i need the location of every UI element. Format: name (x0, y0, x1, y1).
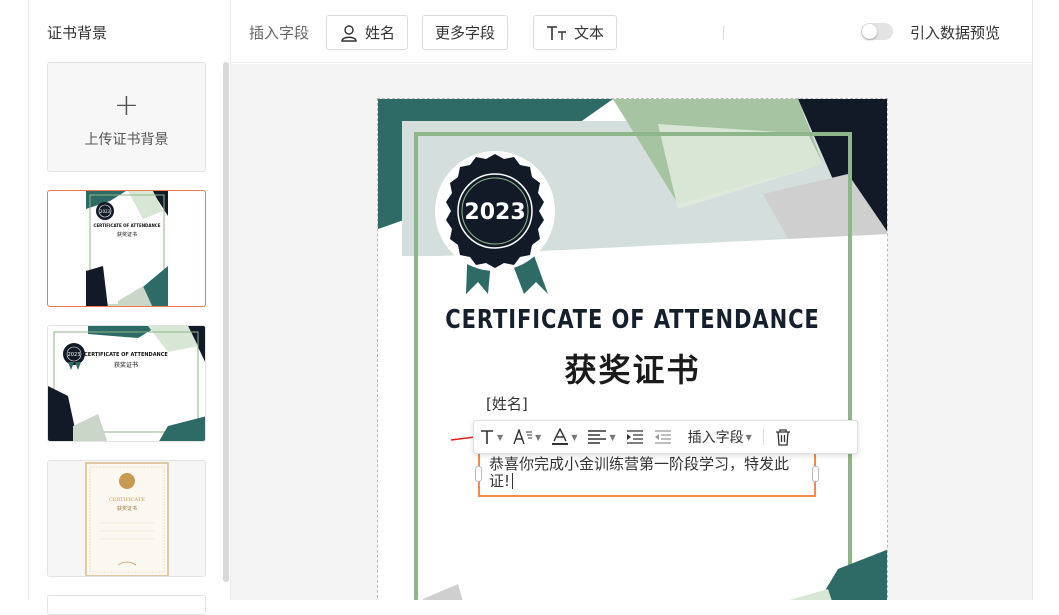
resize-handle-left[interactable] (475, 466, 482, 482)
certificate-canvas[interactable]: 2023 CERTIFICATE OF ATTENDANCE 获奖证书 [姓名]… (377, 98, 888, 600)
font-family-dropdown[interactable]: ▼ (474, 420, 508, 454)
format-divider (762, 429, 764, 445)
caret-down-icon: ▼ (609, 432, 616, 442)
font-color-dropdown[interactable]: ▼ (546, 420, 582, 454)
caret-down-icon: ▼ (571, 432, 578, 442)
selected-text-box[interactable]: 恭喜你完成小金训练营第一阶段学习，特发此证! (475, 452, 819, 497)
badge-year: 2023 (464, 200, 525, 225)
certificate-editor: 证书背景 + 上传证书背景 2023 CERTIFICATE OF ATTEND… (28, 0, 1033, 615)
background-thumb-1[interactable]: 2023 CERTIFICATE OF ATTENDANCE 获奖证书 (47, 190, 206, 307)
plus-icon: + (113, 88, 140, 123)
trash-icon (775, 429, 790, 446)
text-format-toolbar: ▼ ▼ ▼ ▼ 插入字段 ▼ (473, 420, 858, 454)
indent-increase-icon (626, 430, 643, 444)
text-button-label: 文本 (574, 24, 605, 42)
thumb-subtitle: 获奖证书 (117, 505, 137, 512)
body-text: 恭喜你完成小金训练营第一阶段学习，特发此证! (489, 455, 790, 490)
caret-down-icon: ▼ (535, 432, 542, 442)
insert-field-dropdown-label: 插入字段 (687, 430, 744, 446)
thumb-title: CERTIFICATE (109, 497, 145, 503)
more-fields-button[interactable]: 更多字段 (422, 15, 509, 50)
thumb-title: CERTIFICATE OF ATTENDANCE (94, 223, 161, 228)
font-size-dropdown[interactable]: ▼ (508, 420, 546, 454)
text-font-icon (481, 430, 493, 444)
indent-increase-button[interactable] (621, 420, 649, 454)
top-toolbar: 插入字段 姓名 更多字段 文本 引入数据预览 (231, 0, 1032, 63)
name-placeholder-field[interactable]: [姓名] (486, 393, 528, 414)
thumb-title: CERTIFICATE OF ATTENDANCE (84, 352, 168, 358)
thumb-subtitle: 获奖证书 (114, 361, 138, 369)
resize-handle-right[interactable] (812, 466, 819, 482)
thumb-year: 2023 (100, 209, 111, 214)
insert-field-dropdown[interactable]: 插入字段 ▼ (677, 420, 757, 454)
text-size-icon (547, 25, 566, 40)
thumb-year: 2023 (68, 352, 81, 358)
background-sidebar: 证书背景 + 上传证书背景 2023 CERTIFICATE OF ATTEND… (29, 0, 231, 615)
toggle-knob (862, 24, 877, 39)
certificate-title[interactable]: CERTIFICATE OF ATTENDANCE (403, 305, 861, 335)
font-size-icon (513, 429, 533, 445)
caret-down-icon: ▼ (497, 432, 504, 442)
font-color-icon (552, 428, 569, 445)
upload-background-button[interactable]: + 上传证书背景 (47, 62, 206, 172)
thumb-subtitle: 获奖证书 (117, 231, 137, 238)
more-fields-label: 更多字段 (435, 24, 496, 42)
background-thumb-3[interactable]: CERTIFICATE 获奖证书 (47, 460, 206, 577)
sidebar-scrollbar[interactable] (223, 62, 229, 582)
toolbar-divider (723, 26, 724, 40)
align-left-icon (588, 430, 607, 444)
text-box-content[interactable]: 恭喜你完成小金训练营第一阶段学习，特发此证! (489, 456, 806, 490)
insert-name-button[interactable]: 姓名 (326, 15, 409, 50)
delete-button[interactable] (770, 420, 796, 454)
data-preview-label: 引入数据预览 (910, 24, 1001, 42)
insert-text-button[interactable]: 文本 (533, 15, 618, 50)
background-thumb-4[interactable] (47, 595, 206, 615)
canvas-workspace: 2023 CERTIFICATE OF ATTENDANCE 获奖证书 [姓名]… (231, 64, 1032, 600)
text-align-dropdown[interactable]: ▼ (582, 420, 620, 454)
user-icon (341, 24, 357, 42)
data-preview-toggle[interactable] (861, 23, 893, 40)
indent-decrease-button[interactable] (649, 420, 677, 454)
insert-field-label: 插入字段 (249, 24, 310, 42)
name-button-label: 姓名 (365, 24, 396, 42)
indent-decrease-icon (654, 430, 671, 444)
sidebar-title: 证书背景 (47, 24, 108, 42)
text-caret (512, 473, 514, 489)
background-thumb-2[interactable]: 2023 CERTIFICATE OF ATTENDANCE 获奖证书 (47, 325, 206, 442)
caret-down-icon: ▼ (745, 432, 752, 442)
upload-label: 上传证书背景 (84, 132, 169, 148)
certificate-subtitle[interactable]: 获奖证书 (378, 345, 887, 391)
